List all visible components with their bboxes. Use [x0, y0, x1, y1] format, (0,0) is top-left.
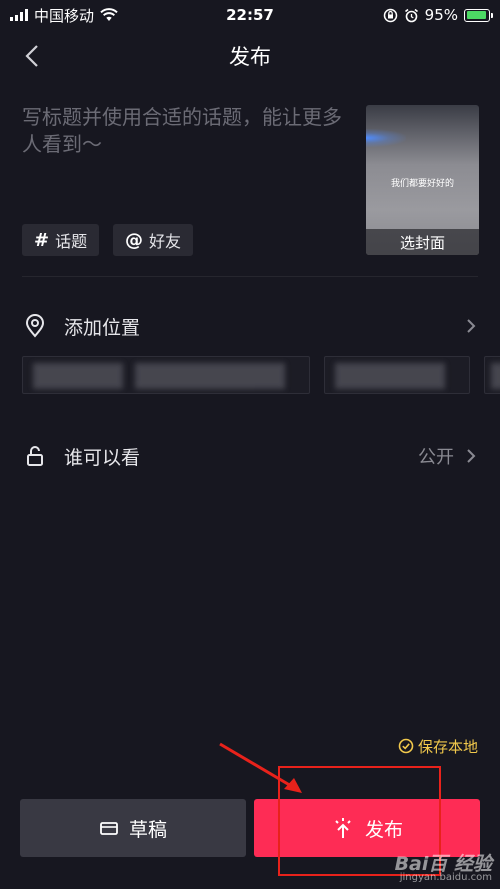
caption-placeholder: 写标题并使用合适的话题，能让更多人看到～ — [22, 105, 342, 156]
battery-level — [466, 11, 487, 19]
battery-icon — [464, 8, 493, 22]
choose-cover-button[interactable]: 选封面 — [366, 229, 479, 255]
visibility-label: 谁可以看 — [64, 446, 141, 469]
check-circle-icon — [398, 738, 414, 754]
blurred-text — [491, 363, 500, 389]
blurred-text — [335, 363, 445, 389]
cover-light-glare — [366, 129, 406, 147]
back-button[interactable] — [16, 40, 48, 72]
chevron-right-icon — [464, 446, 478, 466]
wifi-icon — [100, 8, 118, 21]
visibility-value: 公开 — [418, 447, 454, 468]
save-local-checkbox[interactable]: 保存本地 — [398, 735, 478, 757]
divider — [22, 276, 478, 277]
watermark-url: jingyan.baidu.com — [399, 872, 492, 883]
alarm-icon — [404, 8, 418, 22]
signal-icon — [10, 9, 28, 21]
draft-button-label: 草稿 — [128, 818, 167, 841]
cover-overlay-text: 我们都要好好的 — [390, 179, 454, 189]
battery-percent: 95% — [424, 6, 458, 24]
visibility-row[interactable]: 谁可以看 公开 — [0, 432, 500, 480]
caption-input[interactable]: 写标题并使用合适的话题，能让更多人看到～ — [22, 104, 357, 158]
location-suggestion[interactable] — [484, 356, 500, 394]
chevron-right-icon — [464, 316, 478, 336]
blurred-text — [33, 363, 123, 389]
location-suggestion[interactable] — [22, 356, 310, 394]
location-suggestion[interactable] — [324, 356, 470, 394]
baidu-jingyan-watermark: Bai百 经验 jingyan.baidu.com — [394, 853, 492, 885]
nav-bar: 发布 — [0, 30, 500, 82]
status-right: 95% — [383, 6, 493, 24]
cover-thumbnail[interactable]: 我们都要好好的 选封面 — [366, 105, 479, 255]
watermark-logo: Bai百 经验 — [394, 853, 492, 875]
carrier-label: 中国移动 — [34, 6, 95, 25]
mention-friends-chip[interactable]: @ 好友 — [113, 224, 194, 256]
blurred-text — [135, 363, 285, 389]
save-local-label: 保存本地 — [417, 737, 478, 756]
annotation-arrow-icon — [219, 742, 302, 793]
location-suggestions — [22, 356, 500, 396]
orientation-lock-icon — [383, 8, 397, 22]
at-sign-icon: @ — [125, 229, 143, 251]
topic-chip[interactable]: # 话题 — [22, 224, 100, 256]
status-bar: 中国移动 22:57 95% — [0, 0, 500, 30]
draft-button[interactable]: 草稿 — [20, 799, 246, 857]
location-pin-icon — [22, 313, 48, 339]
page-title: 发布 — [229, 45, 271, 69]
add-location-label: 添加位置 — [64, 316, 141, 339]
chevron-left-icon — [25, 45, 38, 67]
topic-chip-label: 话题 — [55, 232, 88, 251]
hashtag-icon: # — [34, 229, 50, 251]
unlock-icon — [22, 443, 48, 469]
add-location-row[interactable]: 添加位置 — [0, 302, 500, 350]
mention-friends-chip-label: 好友 — [149, 232, 182, 251]
status-left: 中国移动 — [10, 5, 118, 26]
draft-box-icon — [100, 822, 118, 835]
